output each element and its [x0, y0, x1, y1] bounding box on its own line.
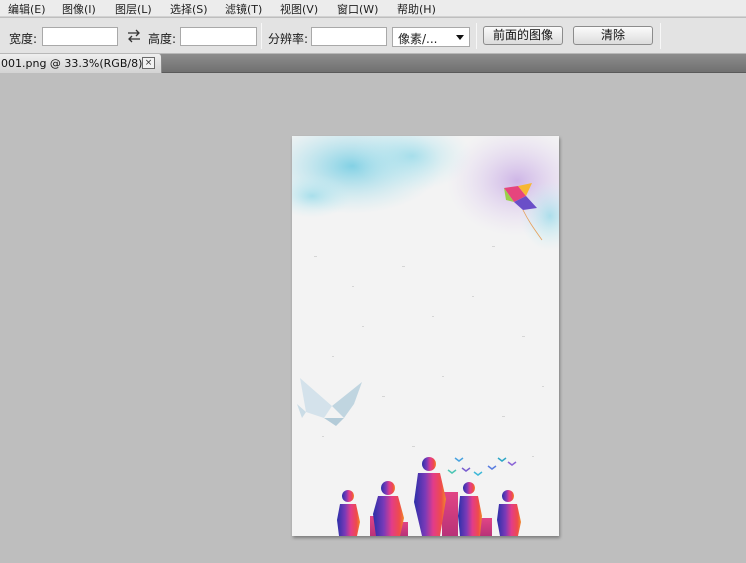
front-image-button[interactable]: 前面的图像	[483, 26, 563, 45]
menu-window[interactable]: 窗口(W)	[337, 1, 378, 17]
divider	[476, 23, 477, 49]
poster-artwork	[292, 136, 559, 536]
menu-layer[interactable]: 图层(L)	[115, 1, 152, 17]
divider	[261, 23, 262, 49]
menu-bar: 编辑(E) 图像(I) 图层(L) 选择(S) 滤镜(T) 视图(V) 窗口(W…	[0, 0, 746, 17]
chevron-down-icon	[456, 35, 464, 40]
resolution-unit-value: 像素/...	[398, 32, 438, 46]
document-tab-strip: 001.png @ 33.3%(RGB/8) ×	[0, 54, 746, 73]
swap-arrows-icon[interactable]	[126, 28, 142, 44]
resolution-unit-select[interactable]: 像素/...	[392, 27, 470, 47]
height-field[interactable]	[180, 27, 257, 46]
document-canvas[interactable]	[292, 136, 559, 536]
width-label: 宽度:	[9, 32, 38, 46]
width-field[interactable]	[42, 27, 118, 46]
tool-options-bar: 宽度: 高度: 分辨率: 像素/... 前面的图像 清除	[0, 18, 746, 54]
height-label: 高度:	[148, 32, 177, 46]
close-icon[interactable]: ×	[142, 57, 155, 69]
menu-view[interactable]: 视图(V)	[280, 1, 318, 17]
resolution-label: 分辨率:	[268, 32, 309, 46]
menu-select[interactable]: 选择(S)	[170, 1, 208, 17]
clear-button[interactable]: 清除	[573, 26, 653, 45]
document-tab[interactable]: 001.png @ 33.3%(RGB/8) ×	[0, 54, 162, 73]
menu-edit[interactable]: 编辑(E)	[8, 1, 46, 17]
menu-filter[interactable]: 滤镜(T)	[225, 1, 262, 17]
menu-image[interactable]: 图像(I)	[62, 1, 96, 17]
resolution-field[interactable]	[311, 27, 387, 46]
document-tab-title: 001.png @ 33.3%(RGB/8)	[1, 57, 143, 70]
menu-help[interactable]: 帮助(H)	[397, 1, 436, 17]
divider	[660, 23, 661, 49]
